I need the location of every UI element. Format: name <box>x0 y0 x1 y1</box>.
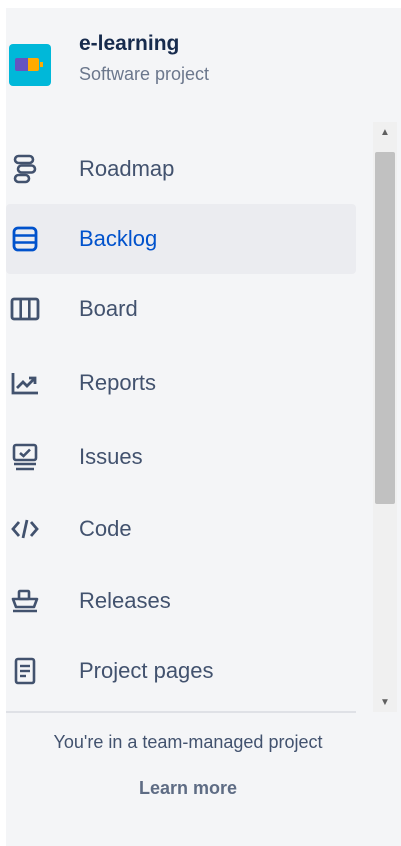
sidebar-item-label: Reports <box>79 370 157 395</box>
project-avatar-icon <box>9 44 51 86</box>
project-header[interactable]: e-learning Software project <box>6 8 376 108</box>
issues-icon <box>10 442 40 472</box>
sidebar-item-label: Backlog <box>79 226 158 251</box>
board-icon <box>10 294 40 324</box>
sidebar-item-label: Roadmap <box>79 156 175 181</box>
sidebar-item-label: Issues <box>79 444 143 469</box>
sidebar-item-backlog[interactable]: Backlog <box>6 204 356 274</box>
scroll-up-arrow-icon[interactable]: ▲ <box>373 122 397 142</box>
nav-scrollbar[interactable]: ▲ ▼ <box>373 122 397 712</box>
sidebar-item-project-pages[interactable]: Project pages <box>6 636 356 706</box>
reports-icon <box>10 368 40 398</box>
sidebar-item-board[interactable]: Board <box>6 274 356 344</box>
sidebar-item-label: Releases <box>79 588 171 613</box>
code-icon <box>10 514 40 544</box>
project-type: Software project <box>79 64 210 84</box>
project-pages-icon <box>10 656 40 686</box>
battery-cap <box>28 58 39 71</box>
sidebar-nav: Roadmap Backlog Board Reports Issues Cod… <box>6 122 361 712</box>
sidebar-item-releases[interactable]: Releases <box>6 566 356 636</box>
scroll-thumb[interactable] <box>375 152 395 504</box>
releases-icon <box>10 586 40 616</box>
sidebar-item-label: Board <box>79 296 138 321</box>
sidebar-item-code[interactable]: Code <box>6 494 356 564</box>
sidebar-item-label: Project pages <box>79 658 214 683</box>
backlog-icon <box>10 224 40 254</box>
roadmap-icon <box>10 154 40 184</box>
sidebar-item-roadmap[interactable]: Roadmap <box>6 134 356 204</box>
sidebar-item-issues[interactable]: Issues <box>6 422 356 492</box>
battery-tip <box>40 62 43 67</box>
sidebar-item-label: Code <box>79 516 132 541</box>
project-sidebar: e-learning Software project Roadmap Back… <box>6 8 401 846</box>
project-name: e-learning <box>79 32 180 55</box>
team-managed-notice: You're in a team-managed project <box>53 732 323 752</box>
footer-divider <box>6 711 356 713</box>
scroll-down-arrow-icon[interactable]: ▼ <box>373 692 397 712</box>
sidebar-item-reports[interactable]: Reports <box>6 348 356 418</box>
learn-more-link[interactable]: Learn more <box>6 778 370 799</box>
